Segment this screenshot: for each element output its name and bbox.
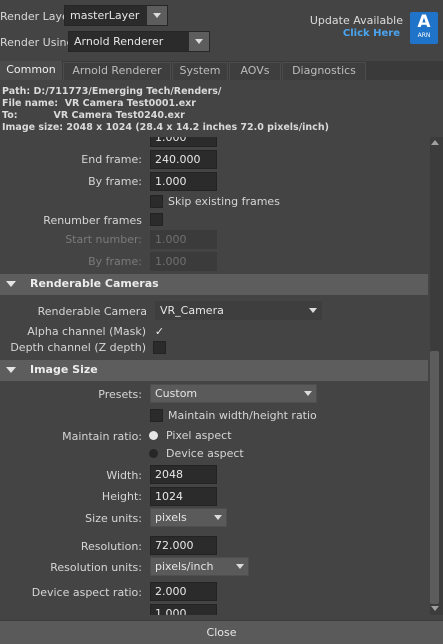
skip-existing-checkbox[interactable] — [150, 195, 163, 208]
device-aspect-ratio-label: Device aspect ratio: — [31, 586, 142, 599]
height-field[interactable]: 1024 — [150, 487, 217, 506]
image-size-title: Image Size — [30, 363, 98, 376]
collapse-triangle-icon — [6, 281, 16, 287]
render-layer-label: Render Layer — [0, 10, 74, 23]
maintain-wh-ratio-checkbox[interactable] — [150, 409, 163, 422]
chevron-down-icon — [189, 32, 209, 51]
render-layer-dropdown[interactable]: masterLayer — [64, 5, 168, 26]
scrollbar-thumb[interactable] — [430, 351, 439, 604]
render-using-dropdown[interactable]: Arnold Renderer — [68, 31, 210, 52]
logo-letter: A — [417, 12, 431, 32]
renderable-cameras-title: Renderable Cameras — [30, 277, 159, 290]
size-units-value: pixels — [155, 511, 187, 524]
depth-channel-checkbox[interactable] — [153, 341, 166, 354]
width-label: Width: — [106, 469, 142, 482]
alpha-channel-label: Alpha channel (Mask) — [27, 325, 146, 338]
renderable-camera-label: Renderable Camera — [37, 305, 147, 318]
alpha-channel-checkbox[interactable]: ✓ — [153, 325, 166, 338]
tab-aovs[interactable]: AOVs — [229, 62, 281, 80]
tab-diagnostics[interactable]: Diagnostics — [282, 62, 366, 80]
device-aspect-label: Device aspect — [166, 447, 244, 460]
maintain-ratio-label: Maintain ratio: — [62, 430, 142, 443]
checkmark-icon: ✓ — [154, 325, 165, 338]
to-label: To: — [2, 110, 18, 121]
pixel-aspect-radio[interactable] — [149, 431, 158, 440]
scroll-down-icon[interactable] — [431, 606, 439, 611]
tab-arnold-renderer[interactable]: Arnold Renderer — [63, 62, 171, 80]
chevron-down-icon — [236, 564, 244, 569]
start-frame-field[interactable]: 1.000 — [150, 137, 217, 147]
resolution-field[interactable]: 72.000 — [150, 536, 217, 555]
arnold-logo-icon[interactable]: A ARN — [410, 12, 438, 44]
height-label: Height: — [101, 490, 142, 503]
pixel-aspect-label: Pixel aspect — [166, 429, 232, 442]
presets-value: Custom — [155, 387, 198, 400]
depth-channel-label: Depth channel (Z depth) — [10, 341, 146, 354]
chevron-down-icon — [147, 6, 167, 25]
renumber-frames-label: Renumber frames — [43, 214, 142, 227]
close-button[interactable]: Close — [0, 620, 443, 644]
info-imagesize: Image size: 2048 x 1024 (28.4 x 14.2 inc… — [2, 122, 329, 133]
resolution-units-value: pixels/inch — [155, 560, 214, 573]
by-frame-field[interactable]: 1.000 — [150, 172, 217, 191]
size-units-dropdown[interactable]: pixels — [150, 508, 227, 527]
render-using-value: Arnold Renderer — [74, 35, 164, 48]
end-frame-field[interactable]: 240.000 — [150, 150, 217, 169]
chevron-down-icon — [309, 308, 317, 313]
filename-value: VR Camera Test0001.exr — [64, 98, 196, 109]
render-layer-value: masterLayer — [70, 9, 140, 22]
tab-system[interactable]: System — [172, 62, 228, 80]
path-value: D:/711773/Emerging Tech/Renders/ — [33, 86, 222, 97]
info-to: To: VR Camera Test0240.exr — [2, 110, 185, 121]
render-using-label: Render Using — [0, 36, 74, 49]
path-label: Path: — [2, 86, 31, 97]
scroll-up-icon[interactable] — [431, 140, 439, 145]
by-frame-label: By frame: — [88, 175, 142, 188]
pixel-aspect-ratio-field[interactable]: 1.000 — [150, 604, 217, 615]
imagesize-value: 2048 x 1024 (28.4 x 14.2 inches 72.0 pix… — [66, 122, 329, 133]
tab-common[interactable]: Common — [0, 61, 62, 80]
info-filename: File name: VR Camera Test0001.exr — [2, 98, 196, 109]
width-field[interactable]: 2048 — [150, 465, 217, 484]
start-number-label: Start number: — [65, 233, 142, 246]
renumber-by-frame-field: 1.000 — [150, 252, 217, 271]
resolution-label: Resolution: — [80, 540, 142, 553]
device-aspect-ratio-field[interactable]: 2.000 — [150, 582, 217, 601]
presets-dropdown[interactable]: Custom — [150, 384, 317, 403]
renderable-camera-dropdown[interactable]: VR_Camera — [155, 301, 322, 320]
click-here-link[interactable]: Click Here — [343, 28, 400, 39]
renderable-cameras-section-header[interactable]: Renderable Cameras — [0, 274, 428, 295]
info-path: Path: D:/711773/Emerging Tech/Renders/ — [2, 86, 221, 97]
resolution-units-label: Resolution units: — [50, 561, 142, 574]
size-units-label: Size units: — [85, 512, 142, 525]
imagesize-label: Image size: — [2, 122, 64, 133]
logo-text: ARN — [417, 32, 431, 39]
skip-existing-label: Skip existing frames — [168, 195, 280, 208]
collapse-triangle-icon — [6, 367, 16, 373]
start-number-field: 1.000 — [150, 230, 217, 249]
settings-scroll-area[interactable]: 1.000 End frame: 240.000 By frame: 1.000… — [0, 137, 443, 615]
image-size-section-header[interactable]: Image Size — [0, 360, 428, 381]
filename-label: File name: — [2, 98, 59, 109]
presets-label: Presets: — [98, 388, 142, 401]
maintain-wh-ratio-label: Maintain width/height ratio — [168, 409, 317, 422]
chevron-down-icon — [214, 515, 222, 520]
renderable-camera-value: VR_Camera — [160, 304, 224, 317]
to-value: VR Camera Test0240.exr — [53, 110, 185, 121]
resolution-units-dropdown[interactable]: pixels/inch — [150, 557, 249, 576]
end-frame-label: End frame: — [81, 153, 142, 166]
close-label: Close — [206, 626, 237, 639]
renumber-by-frame-label: By frame: — [88, 255, 142, 268]
update-available-text: Update Available — [309, 14, 403, 27]
renumber-frames-checkbox[interactable] — [150, 213, 163, 226]
chevron-down-icon — [304, 391, 312, 396]
device-aspect-radio[interactable] — [149, 449, 158, 458]
